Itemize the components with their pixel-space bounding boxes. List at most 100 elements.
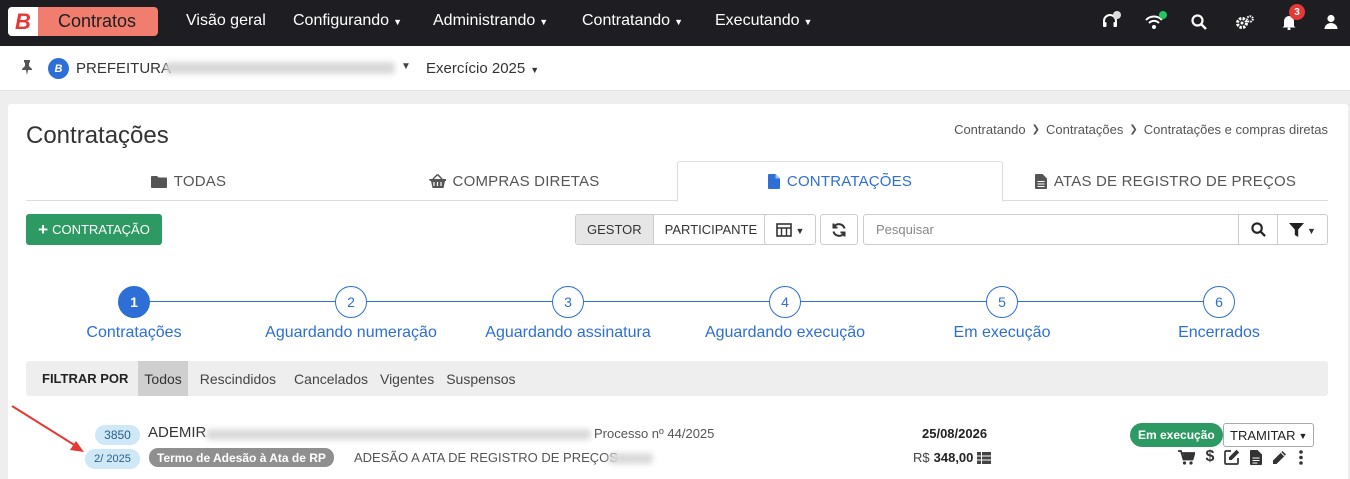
step-1[interactable]: 1 [118, 286, 150, 318]
currency-symbol: R$ [913, 450, 930, 465]
document-icon[interactable] [1247, 448, 1265, 466]
step-5[interactable]: 5 [986, 286, 1018, 318]
step-label-aguardando-execucao[interactable]: Aguardando execução [665, 324, 905, 342]
refresh-icon [832, 222, 846, 237]
step-3[interactable]: 3 [552, 286, 584, 318]
chevron-right-icon: ❯ [1129, 124, 1138, 135]
supplier-name[interactable]: ADEMIR [148, 424, 206, 441]
step-2[interactable]: 2 [335, 286, 367, 318]
nav-label: Contratando [582, 12, 671, 29]
top-navbar: B Contratos Visão geral Configurando ▼ A… [0, 0, 1350, 46]
nav-visao-geral[interactable]: Visão geral [186, 12, 266, 30]
bell-icon[interactable]: 3 [1277, 4, 1305, 34]
contract-end-date: 25/08/2026 [922, 426, 988, 441]
cart-icon[interactable] [1177, 448, 1195, 466]
value-amount: 348,00 [933, 450, 974, 465]
main-card: Contratações Contratando ❯ Contratações … [8, 104, 1348, 479]
tramitar-dropdown[interactable]: TRAMITAR ▼ [1223, 423, 1315, 447]
org-name[interactable]: PREFEITURA [76, 60, 171, 77]
search-icon[interactable] [1187, 10, 1211, 34]
more-vertical-icon[interactable] [1292, 448, 1310, 466]
tab-bar: TODAS COMPRAS DIRETAS CONTRATAÇÕES ATAS … [26, 161, 1328, 202]
step-6[interactable]: 6 [1203, 286, 1235, 318]
contract-number-badge: 2/ 2025 [85, 449, 140, 469]
chevron-down-icon: ▼ [1298, 431, 1308, 441]
filter-cancelados[interactable]: Cancelados [288, 361, 374, 396]
online-dot [1159, 11, 1167, 19]
file-icon [767, 174, 780, 189]
nav-label: Configurando [293, 12, 390, 29]
step-label-aguardando-numeracao[interactable]: Aguardando numeração [231, 324, 471, 342]
tab-label: ATAS DE REGISTRO DE PREÇOS [1053, 172, 1297, 190]
nav-administrando[interactable]: Administrando ▼ [433, 12, 548, 30]
user-icon[interactable] [1319, 10, 1343, 34]
tab-label: COMPRAS DIRETAS [452, 172, 600, 190]
chevron-right-icon: ❯ [1031, 124, 1041, 135]
participante-button[interactable]: PARTICIPANTE [654, 215, 768, 244]
basket-icon [428, 174, 446, 188]
step-label-em-execucao[interactable]: Em execução [882, 324, 1122, 342]
edit-square-icon[interactable] [1223, 448, 1241, 466]
search-icon [1250, 222, 1266, 237]
dollar-icon[interactable]: $ [1201, 448, 1219, 466]
settings-icon[interactable] [1233, 10, 1257, 34]
step-label-encerrados[interactable]: Encerrados [1099, 324, 1339, 342]
chevron-down-icon: ▼ [795, 225, 805, 236]
search-input[interactable] [864, 215, 1238, 244]
contract-description: ADESÃO A ATA DE REGISTRO DE PREÇOS - [354, 450, 626, 465]
filter-suspensos[interactable]: Suspensos [440, 361, 521, 396]
filter-dropdown-button[interactable]: ▼ [1277, 215, 1327, 244]
button-label: CONTRATAÇÃO [52, 222, 150, 237]
refresh-button[interactable] [820, 214, 858, 245]
tab-atas-registro-precos[interactable]: ATAS DE REGISTRO DE PREÇOS [1003, 161, 1328, 201]
table-icon[interactable] [977, 451, 992, 464]
contract-id-badge: 3850 [95, 425, 140, 445]
brand-logo[interactable]: B Contratos [8, 7, 158, 36]
processo-number: Processo nº 44/2025 [594, 426, 715, 441]
tab-label: TODAS [173, 172, 227, 190]
nav-label: Administrando [433, 12, 536, 29]
headset-icon[interactable] [1098, 10, 1122, 34]
search-box: ▼ [863, 214, 1328, 245]
chevron-down-icon: ▼ [803, 17, 813, 27]
plus-icon: + [38, 219, 49, 239]
breadcrumb-item[interactable]: Contratando [954, 122, 1026, 137]
nav-configurando[interactable]: Configurando ▼ [293, 12, 402, 30]
folder-icon [150, 175, 167, 188]
chevron-down-icon: ▼ [530, 64, 540, 75]
tramitar-label: TRAMITAR [1230, 427, 1296, 443]
breadcrumb: Contratando ❯ Contratações ❯ Contrataçõe… [954, 122, 1328, 137]
nav-executando[interactable]: Executando ▼ [715, 12, 812, 30]
filter-todos[interactable]: Todos [138, 361, 188, 396]
step-4[interactable]: 4 [769, 286, 801, 318]
exercicio-selector[interactable]: Exercício 2025 ▼ [426, 60, 539, 77]
filter-label: FILTRAR POR [42, 371, 129, 386]
filter-rescindidos[interactable]: Rescindidos [194, 361, 282, 396]
redacted-supplier-details [206, 429, 591, 440]
gestor-button[interactable]: GESTOR [576, 215, 654, 244]
columns-dropdown-button[interactable]: ▼ [764, 214, 816, 245]
chevron-down-icon: ▼ [539, 17, 549, 27]
search-button[interactable] [1238, 215, 1277, 244]
step-label-contratacoes[interactable]: Contratações [14, 324, 254, 342]
pin-icon[interactable] [20, 59, 34, 75]
filter-vigentes[interactable]: Vigentes [374, 361, 440, 396]
chevron-down-icon: ▼ [1307, 225, 1316, 236]
wifi-icon[interactable] [1142, 10, 1167, 34]
nav-label: Visão geral [186, 12, 266, 29]
nav-contratando[interactable]: Contratando ▼ [582, 12, 683, 30]
filter-bar: FILTRAR POR Todos Rescindidos Cancelados… [26, 361, 1328, 396]
chevron-down-icon[interactable]: ▼ [401, 61, 411, 72]
brand-letter: B [8, 7, 38, 36]
tab-contratacoes[interactable]: CONTRATAÇÕES [677, 161, 1003, 202]
page-title: Contratações [26, 122, 169, 149]
breadcrumb-item[interactable]: Contratações [1046, 122, 1123, 137]
annotation-arrow-icon [11, 405, 84, 452]
step-label-aguardando-assinatura[interactable]: Aguardando assinatura [448, 324, 688, 342]
filter-icon [1289, 222, 1305, 237]
tab-todas[interactable]: TODAS [26, 161, 351, 201]
tab-compras-diretas[interactable]: COMPRAS DIRETAS [351, 161, 677, 201]
new-contratacao-button[interactable]: + CONTRATAÇÃO [26, 214, 162, 245]
role-toggle: GESTOR PARTICIPANTE [575, 214, 770, 245]
pencil-icon[interactable] [1270, 448, 1288, 466]
